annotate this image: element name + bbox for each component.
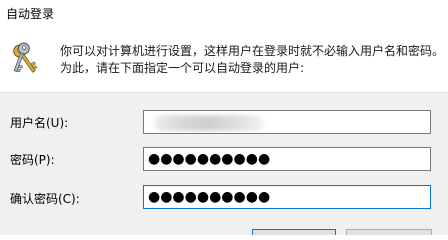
title-bar: 自动登录 [0, 0, 448, 30]
username-label: 用户名(U): [10, 116, 69, 130]
confirm-password-label: 确认密码(C): [10, 192, 80, 206]
key-icon [13, 42, 38, 73]
instruction-text: 你可以对计算机进行设置，这样用户在登录时就不必输入用户名和密码。为此，请在下面指… [60, 44, 445, 75]
confirm-password-input[interactable]: ●●●●●●●●●● [143, 185, 431, 209]
redacted-username-blur [154, 115, 264, 131]
password-label: 密码(P): [10, 153, 55, 167]
username-input[interactable] [143, 110, 431, 134]
cancel-button[interactable] [346, 229, 432, 235]
window-title: 自动登录 [6, 7, 55, 21]
ok-button[interactable] [252, 229, 336, 235]
password-input[interactable]: ●●●●●●●●●● [143, 147, 431, 171]
password-value: ●●●●●●●●●● [148, 151, 271, 167]
confirm-password-value: ●●●●●●●●●● [148, 189, 271, 205]
